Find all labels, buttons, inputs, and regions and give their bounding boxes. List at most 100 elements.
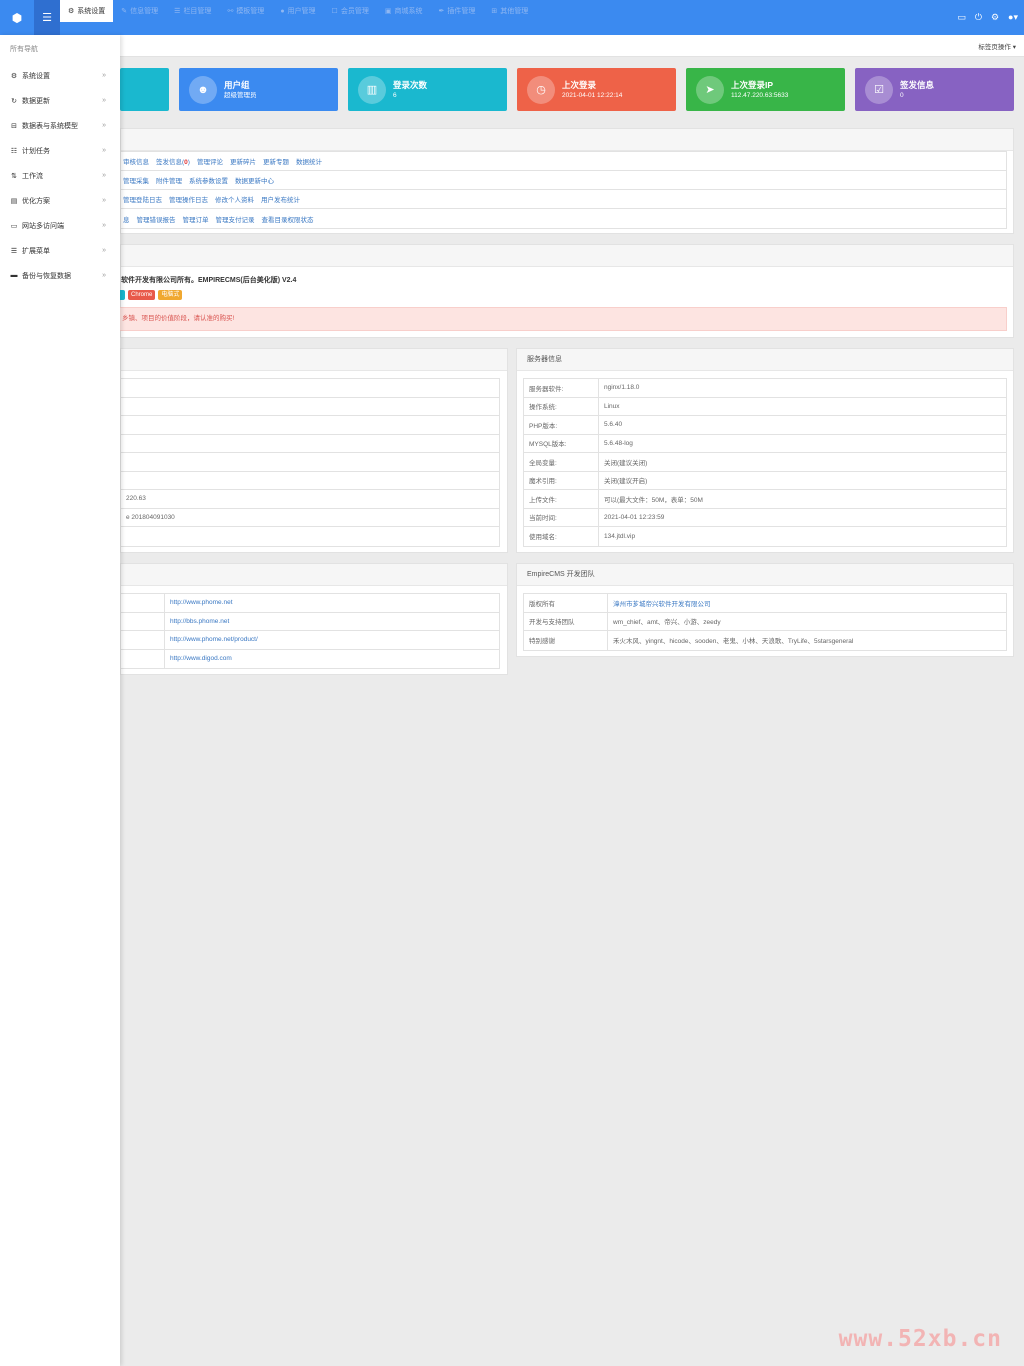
shortcut-link[interactable]: 管理评论 — [197, 156, 223, 166]
sidebar-item[interactable]: ☰ 扩展菜单 » — [0, 238, 120, 263]
shortcut-link[interactable]: 系统参数设置 — [189, 175, 228, 185]
shortcut-link-label: 审核信息 — [123, 159, 149, 166]
copyright-link[interactable]: 漳州市芗城帝兴软件开发有限公司 — [613, 601, 711, 608]
shortcut-link[interactable]: 修改个人资料 — [215, 194, 254, 204]
official-links-table: http://www.phome.net http://bbs.phome.net… — [120, 593, 500, 669]
top-nav-item[interactable]: ⚙ 系统设置 — [60, 0, 114, 22]
top-nav-item[interactable]: ⚯ 模板管理 — [219, 0, 272, 22]
sidebar-item-label: 备份与恢复数据 — [22, 272, 71, 280]
shortcut-link[interactable]: 数据更新中心 — [235, 175, 274, 185]
chevron-right-icon: » — [102, 197, 106, 204]
sidebar-item[interactable]: ▭ 网站多访问端 » — [0, 213, 120, 238]
shortcut-link[interactable]: 管理操作日志 — [169, 194, 208, 204]
logo-cube-icon[interactable]: ⬢ — [0, 0, 34, 35]
official-link-value: http://www.digod.com — [165, 655, 232, 662]
stat-value: 112.47.220.63:5633 — [731, 91, 789, 99]
server-info-key: 当前时间: — [524, 508, 599, 526]
shortcut-link-label: 更新碎片 — [229, 159, 256, 166]
sidebar-toggle-hamburger-icon[interactable]: ☰ — [34, 0, 60, 35]
shortcut-link[interactable]: 管理登陆日志 — [123, 194, 162, 204]
server-info-value: nginx/1.18.0 — [604, 384, 640, 392]
top-nav-label: 其他管理 — [500, 8, 529, 15]
server-info-value: 2021-04-01 12:23:59 — [604, 513, 665, 521]
team-row: 开发与支持团队 wm_chief、amt、帝兴、小游、zeedy — [524, 612, 1006, 631]
official-link[interactable]: http://www.digod.com — [170, 655, 232, 662]
shortcut-link[interactable]: 审核信息 — [123, 156, 149, 166]
book-icon: ▤ — [10, 197, 18, 205]
official-link[interactable]: http://bbs.phome.net — [170, 618, 229, 625]
shortcut-link[interactable]: 更新专题 — [263, 156, 289, 166]
tab-bar: 标签页操作 ▾ — [120, 35, 1024, 57]
shortcut-link[interactable]: 签发信息(0) — [156, 156, 190, 166]
user-menu-icon[interactable]: ●▾ — [1008, 12, 1018, 23]
tab-operations-button[interactable]: 标签页操作 ▾ — [978, 41, 1016, 51]
top-nav-label: 会员管理 — [340, 8, 369, 15]
server-info-key: 操作系统: — [524, 397, 599, 415]
official-link-value: http://www.phome.net — [165, 599, 233, 606]
top-nav-item[interactable]: ☰ 栏目管理 — [166, 0, 219, 22]
shortcut-link-label: 息 — [123, 216, 130, 224]
sidebar-item[interactable]: ▬ 备份与恢复数据 » — [0, 263, 120, 288]
top-nav-label: 模板管理 — [236, 8, 265, 15]
template-icon: ⚯ — [227, 8, 234, 15]
shortcut-link-label: 管理操作日志 — [169, 197, 208, 204]
stat-value: 超级管理员 — [224, 91, 257, 99]
sidebar-item-label: 网站多访问端 — [22, 222, 64, 230]
server-info-row: 服务器软件: nginx/1.18.0 — [524, 379, 1006, 398]
shortcut-link[interactable]: 更新碎片 — [230, 156, 256, 166]
sidebar-item[interactable]: ⇅ 工作流 » — [0, 163, 120, 188]
official-link-key — [121, 594, 165, 612]
sidebar-item[interactable]: ⚙ 系统设置 » — [0, 63, 120, 88]
shortcut-link[interactable]: 管理订单 — [183, 214, 209, 224]
server-info-row: PHP版本: 5.6.40 — [524, 416, 1006, 435]
shortcut-link[interactable]: 数据统计 — [296, 156, 322, 166]
stat-title: 上次登录IP — [731, 79, 774, 90]
top-nav-item[interactable]: ✒ 插件管理 — [430, 0, 483, 22]
shortcut-link-label: 数据统计 — [295, 159, 322, 166]
other-icon: ⊞ — [491, 8, 498, 15]
version-badges: Chrome 电脑式 — [115, 290, 183, 300]
clock-icon: ◷ — [527, 75, 555, 104]
sidebar-item[interactable]: ⊟ 数据表与系统模型 » — [0, 113, 120, 138]
team-value: wm_chief、amt、帝兴、小游、zeedy — [608, 616, 721, 626]
shortcut-link[interactable]: 附件管理 — [156, 175, 182, 185]
top-nav-item[interactable]: ☐ 会员管理 — [324, 0, 377, 22]
monitor-icon[interactable]: ▭ — [957, 12, 966, 23]
stat-value: 0 — [900, 91, 904, 99]
shortcut-link[interactable]: 管理错误报告 — [137, 214, 176, 224]
stat-card: ☻ 用户组 超级管理员 — [179, 68, 338, 111]
top-nav-item[interactable]: ● 用户管理 — [272, 0, 323, 22]
sidebar-title: 所有导航 — [10, 46, 38, 53]
sidebar-item-label: 系统设置 — [22, 72, 50, 80]
team-row: 版权所有 漳州市芗城帝兴软件开发有限公司 — [524, 594, 1006, 613]
task-list-icon: ☷ — [10, 147, 18, 155]
sidebar-item[interactable]: ↻ 数据更新 » — [0, 88, 120, 113]
location-arrow-icon: ➤ — [696, 75, 724, 104]
server-info-key: 服务器软件: — [524, 379, 599, 397]
team-value: 禾火木风、yingnt、hicode、sooden、老鬼、小林、天浪歌、TryL… — [608, 635, 853, 645]
official-link[interactable]: http://www.phome.net — [170, 599, 233, 606]
shortcut-row: 管理采集 附件管理 系统参数设置 数据更新中心 — [121, 171, 1006, 190]
sidebar-item[interactable]: ☷ 计划任务 » — [0, 138, 120, 163]
gear-icon[interactable]: ⚙ — [991, 12, 999, 23]
shortcut-link-label: 管理支付记录 — [215, 216, 255, 224]
top-nav-item[interactable]: ⊞ 其他管理 — [483, 0, 536, 22]
sidebar-item-label: 优化方案 — [22, 197, 50, 205]
sidebar-item[interactable]: ▤ 优化方案 » — [0, 188, 120, 213]
sidebar-item-label: 工作流 — [22, 172, 43, 180]
power-icon[interactable]: ⏻ — [975, 12, 982, 23]
version-panel-header — [121, 245, 1013, 267]
official-link[interactable]: http://www.phome.net/product/ — [170, 636, 258, 643]
top-nav-item[interactable]: ✎ 信息管理 — [113, 0, 166, 22]
shortcut-link[interactable]: 查看目录权限状态 — [262, 214, 314, 224]
official-links-panel-header — [121, 564, 507, 586]
shortcut-link[interactable]: 息 — [123, 214, 130, 224]
shortcut-link[interactable]: 管理支付记录 — [216, 214, 255, 224]
sort-icon: ⇅ — [11, 172, 17, 180]
official-link-value: http://www.phome.net/product/ — [165, 636, 258, 643]
shortcut-link[interactable]: 管理采集 — [123, 175, 149, 185]
server-info-value: 5.6.40 — [604, 421, 623, 429]
server-info-key: PHP版本: — [524, 416, 599, 434]
shortcut-link[interactable]: 用户发布统计 — [261, 194, 300, 204]
top-nav-item[interactable]: ▣ 商城系统 — [377, 0, 431, 22]
